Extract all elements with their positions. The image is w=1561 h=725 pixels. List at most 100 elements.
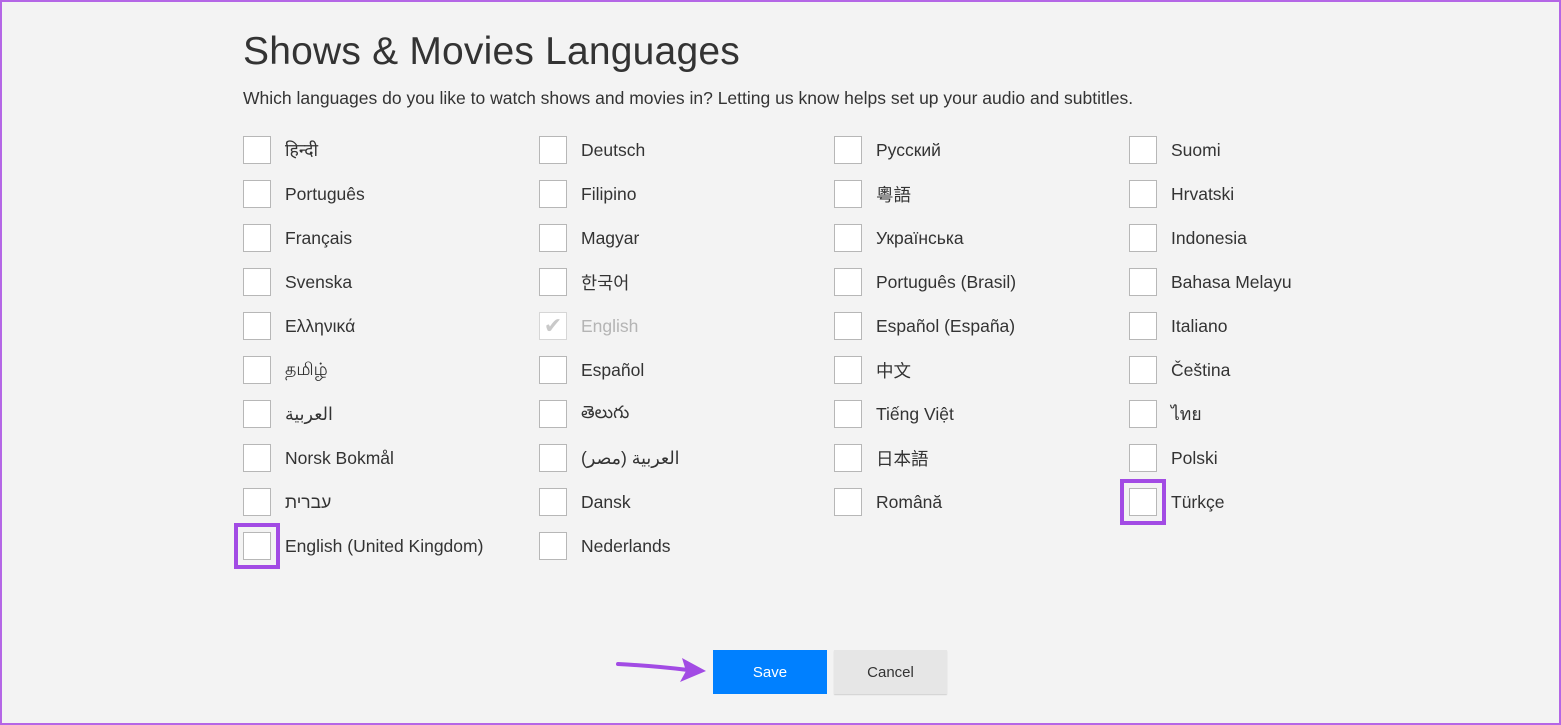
- language-option-thai[interactable]: ไทย: [1129, 392, 1389, 436]
- language-option-english-uk[interactable]: English (United Kingdom): [234, 523, 539, 569]
- checkbox[interactable]: [834, 136, 862, 164]
- checkbox[interactable]: [539, 444, 567, 472]
- checkbox[interactable]: [243, 444, 271, 472]
- save-button[interactable]: Save: [713, 650, 827, 694]
- language-option-czech[interactable]: Čeština: [1129, 348, 1389, 392]
- check-icon: ✔: [543, 313, 563, 338]
- checkbox[interactable]: [243, 224, 271, 252]
- checkbox-highlighted[interactable]: [1120, 479, 1166, 525]
- language-option-swedish[interactable]: Svenska: [243, 260, 539, 304]
- language-label: Hrvatski: [1171, 183, 1235, 204]
- checkbox[interactable]: [539, 488, 567, 516]
- language-option-spanish[interactable]: Español: [539, 348, 834, 392]
- language-label: Ελληνικά: [285, 315, 356, 336]
- checkbox[interactable]: [834, 444, 862, 472]
- checkbox[interactable]: [539, 180, 567, 208]
- language-option-portuguese[interactable]: Português: [243, 172, 539, 216]
- language-option-tamil[interactable]: தமிழ்: [243, 348, 539, 392]
- language-label: English (United Kingdom): [285, 535, 484, 556]
- cancel-button[interactable]: Cancel: [834, 650, 947, 694]
- checkbox[interactable]: [1129, 312, 1157, 340]
- language-option-hindi[interactable]: हिन्दी: [243, 128, 539, 172]
- checkbox[interactable]: [243, 356, 271, 384]
- checkbox[interactable]: [243, 268, 271, 296]
- language-option-ukrainian[interactable]: Українська: [834, 216, 1129, 260]
- language-label: Română: [876, 491, 943, 512]
- language-label: Português: [285, 183, 365, 204]
- checkbox[interactable]: [1129, 400, 1157, 428]
- language-label: Dansk: [581, 491, 631, 512]
- language-option-filipino[interactable]: Filipino: [539, 172, 834, 216]
- language-option-arabic[interactable]: العربية: [243, 392, 539, 436]
- checkbox[interactable]: [539, 136, 567, 164]
- checkbox[interactable]: [539, 268, 567, 296]
- checkbox[interactable]: [834, 400, 862, 428]
- language-option-indonesian[interactable]: Indonesia: [1129, 216, 1389, 260]
- checkbox[interactable]: [1129, 268, 1157, 296]
- language-option-chinese[interactable]: 中文: [834, 348, 1129, 392]
- language-option-dutch[interactable]: Nederlands: [539, 524, 834, 568]
- language-label: Português (Brasil): [876, 271, 1017, 292]
- language-option-italian[interactable]: Italiano: [1129, 304, 1389, 348]
- language-option-romanian[interactable]: Română: [834, 480, 1129, 524]
- checkbox[interactable]: [1129, 136, 1157, 164]
- checkbox[interactable]: [1129, 180, 1157, 208]
- language-option-english: ✔ English: [539, 304, 834, 348]
- checkbox[interactable]: [834, 312, 862, 340]
- language-option-greek[interactable]: Ελληνικά: [243, 304, 539, 348]
- grid-spacer: [1129, 524, 1389, 568]
- language-label: العربية: [285, 403, 333, 424]
- checkbox[interactable]: [834, 488, 862, 516]
- language-option-cantonese[interactable]: 粵語: [834, 172, 1129, 216]
- language-option-japanese[interactable]: 日本語: [834, 436, 1129, 480]
- language-option-spanish-spain[interactable]: Español (España): [834, 304, 1129, 348]
- checkbox[interactable]: [243, 136, 271, 164]
- language-option-turkish[interactable]: Türkçe: [1120, 479, 1389, 525]
- language-option-finnish[interactable]: Suomi: [1129, 128, 1389, 172]
- checkbox[interactable]: [834, 268, 862, 296]
- language-option-croatian[interactable]: Hrvatski: [1129, 172, 1389, 216]
- language-option-hebrew[interactable]: עברית: [243, 480, 539, 524]
- language-label: Tiếng Việt: [876, 403, 954, 424]
- checkbox[interactable]: [1129, 444, 1157, 472]
- language-option-malay[interactable]: Bahasa Melayu: [1129, 260, 1389, 304]
- language-grid: हिन्दी Português Français Svenska Ελληνι…: [234, 128, 1389, 569]
- checkbox[interactable]: [539, 532, 567, 560]
- language-option-german[interactable]: Deutsch: [539, 128, 834, 172]
- checkbox[interactable]: [243, 312, 271, 340]
- language-label: தமிழ்: [285, 358, 328, 379]
- language-label: Čeština: [1171, 359, 1231, 380]
- checkbox[interactable]: [1129, 356, 1157, 384]
- language-label: עברית: [285, 491, 332, 512]
- language-label: 中文: [876, 360, 911, 381]
- language-option-hungarian[interactable]: Magyar: [539, 216, 834, 260]
- language-label: Español (España): [876, 315, 1016, 336]
- language-label: Bahasa Melayu: [1171, 271, 1292, 292]
- checkbox[interactable]: [1129, 224, 1157, 252]
- language-label: ไทย: [1171, 404, 1202, 424]
- checkbox[interactable]: [539, 224, 567, 252]
- checkbox[interactable]: [834, 180, 862, 208]
- language-label: తెలుగు: [581, 401, 630, 422]
- checkbox[interactable]: [834, 356, 862, 384]
- checkbox[interactable]: [243, 180, 271, 208]
- language-option-vietnamese[interactable]: Tiếng Việt: [834, 392, 1129, 436]
- language-option-arabic-egypt[interactable]: العربية (مصر): [539, 436, 834, 480]
- language-option-french[interactable]: Français: [243, 216, 539, 260]
- checkbox[interactable]: [539, 400, 567, 428]
- language-option-norwegian[interactable]: Norsk Bokmål: [243, 436, 539, 480]
- checkbox[interactable]: [243, 488, 271, 516]
- language-option-danish[interactable]: Dansk: [539, 480, 834, 524]
- language-label: Magyar: [581, 227, 640, 248]
- checkbox[interactable]: [834, 224, 862, 252]
- checkbox-highlighted[interactable]: [234, 523, 280, 569]
- language-option-korean[interactable]: 한국어: [539, 260, 834, 304]
- language-label: Українська: [876, 227, 964, 248]
- language-option-telugu[interactable]: తెలుగు: [539, 392, 834, 436]
- language-option-russian[interactable]: Русский: [834, 128, 1129, 172]
- checkbox[interactable]: [539, 356, 567, 384]
- page-subtitle: Which languages do you like to watch sho…: [243, 88, 1134, 108]
- language-option-polish[interactable]: Polski: [1129, 436, 1389, 480]
- checkbox[interactable]: [243, 400, 271, 428]
- language-option-portuguese-brazil[interactable]: Português (Brasil): [834, 260, 1129, 304]
